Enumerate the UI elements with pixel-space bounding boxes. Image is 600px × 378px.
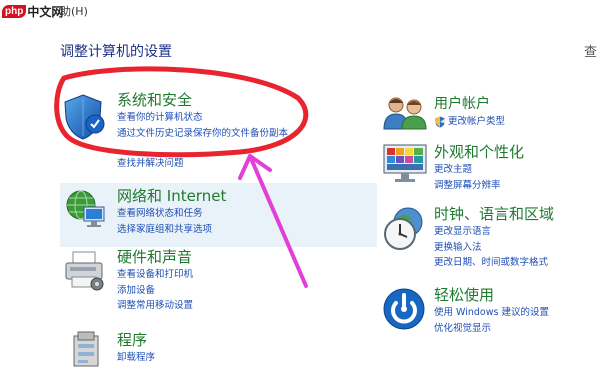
link-add-device[interactable]: 添加设备 [117,283,193,299]
programs-icon [73,331,99,367]
uac-shield-icon [435,116,445,128]
users-icon [383,97,427,130]
network-globe-icon [66,190,105,227]
link-devices-printers[interactable]: 查看设备和打印机 [117,267,193,283]
watermark-logo: php 中文网 [2,1,63,21]
shield-icon [64,94,105,140]
category-hardware: 硬件和声音 查看设备和打印机 添加设备 调整常用移动设置 [117,248,193,314]
ease-of-access-icon [383,288,425,330]
link-uninstall-program[interactable]: 卸载程序 [117,350,155,366]
network-title[interactable]: 网络和 Internet [117,187,226,206]
clock-region-title[interactable]: 时钟、语言和区域 [434,205,554,224]
menu-bar: php 中文网 助(H) [0,0,600,22]
category-system-security: 系统和安全 查看你的计算机状态 通过文件历史记录保存你的文件备份副本 查找并解决… [117,91,288,172]
link-input-method[interactable]: 更换输入法 [434,240,554,256]
link-change-account-type-label: 更改帐户类型 [448,116,506,127]
link-troubleshoot[interactable]: 查找并解决问题 [117,156,288,172]
link-windows-suggested-settings[interactable]: 使用 Windows 建议的设置 [434,305,549,321]
appearance-monitor-icon [383,144,427,182]
view-by-label[interactable]: 查 [584,41,597,60]
link-optimize-visual[interactable]: 优化视觉显示 [434,321,549,337]
menu-help[interactable]: 助(H) [60,3,88,19]
link-display-language[interactable]: 更改显示语言 [434,224,554,240]
category-appearance: 外观和个性化 更改主题 调整屏幕分辨率 [434,143,524,193]
category-programs: 程序 卸载程序 [117,331,155,366]
logo-badge: php [2,4,27,18]
link-network-status[interactable]: 查看网络状态和任务 [117,206,226,222]
category-user-accounts: 用户帐户 更改帐户类型 [434,95,505,130]
link-file-history[interactable]: 通过文件历史记录保存你的文件备份副本 [117,126,288,142]
category-ease-of-access: 轻松使用 使用 Windows 建议的设置 优化视觉显示 [434,286,549,336]
programs-title[interactable]: 程序 [117,331,155,350]
link-mobility-settings[interactable]: 调整常用移动设置 [117,298,193,314]
link-date-time-format[interactable]: 更改日期、时间或数字格式 [434,255,554,271]
page-title: 调整计算机的设置 [60,44,172,60]
category-clock-region: 时钟、语言和区域 更改显示语言 更换输入法 更改日期、时间或数字格式 [434,205,554,271]
link-change-account-type[interactable]: 更改帐户类型 [434,114,505,130]
user-accounts-title[interactable]: 用户帐户 [434,95,505,114]
clock-globe-icon [384,207,423,250]
link-view-computer-status[interactable]: 查看你的计算机状态 [117,110,288,126]
system-security-title[interactable]: 系统和安全 [117,91,288,110]
logo-text: 中文网 [27,4,64,19]
hardware-title[interactable]: 硬件和声音 [117,248,193,267]
link-change-theme[interactable]: 更改主题 [434,162,524,178]
printer-icon [65,251,104,291]
category-network: 网络和 Internet 查看网络状态和任务 选择家庭组和共享选项 [117,187,226,237]
appearance-title[interactable]: 外观和个性化 [434,143,524,162]
link-homegroup[interactable]: 选择家庭组和共享选项 [117,222,226,238]
link-screen-resolution[interactable]: 调整屏幕分辨率 [434,178,524,194]
ease-of-access-title[interactable]: 轻松使用 [434,286,549,305]
